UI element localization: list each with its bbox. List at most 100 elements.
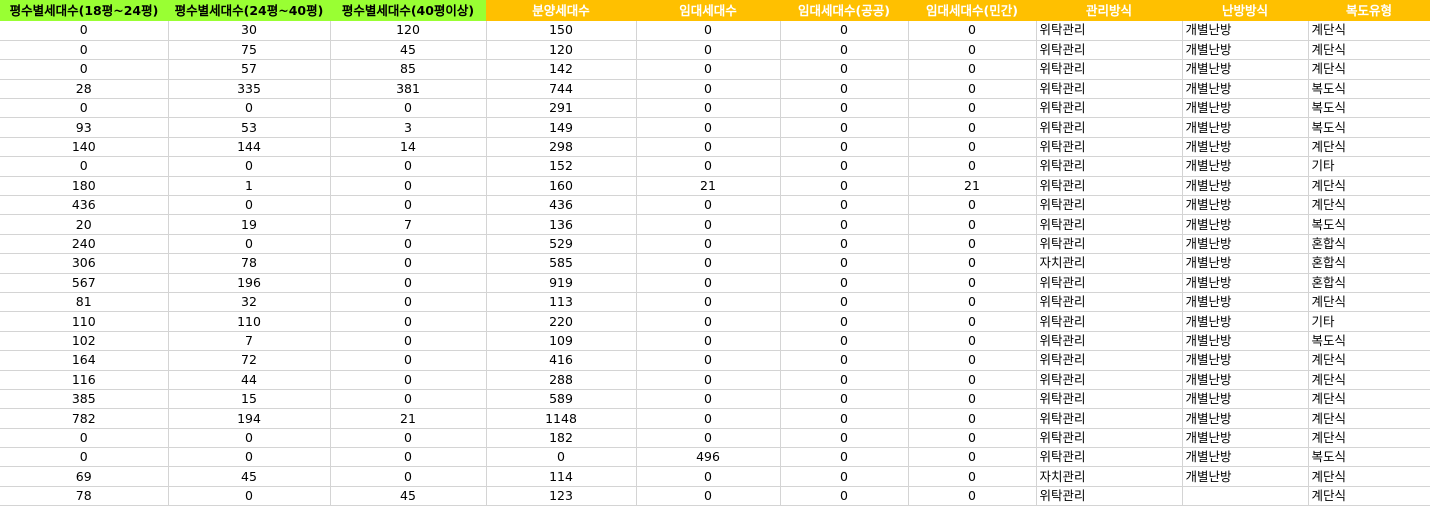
cell-sale-units[interactable]: 298 [486, 137, 637, 158]
cell-sale-units[interactable]: 114 [486, 466, 637, 487]
cell-units-40-plus[interactable]: 0 [330, 447, 487, 468]
cell-units-18-24[interactable]: 69 [0, 466, 169, 487]
cell-rental-public[interactable]: 0 [780, 331, 909, 352]
cell-rental-private[interactable]: 0 [908, 59, 1037, 80]
cell-units-40-plus[interactable]: 0 [330, 195, 487, 216]
cell-heating[interactable]: 개별난방 [1182, 428, 1309, 449]
cell-units-24-40[interactable]: 53 [168, 117, 331, 138]
cell-sale-units[interactable]: 589 [486, 389, 637, 410]
cell-units-18-24[interactable]: 782 [0, 408, 169, 429]
cell-units-18-24[interactable]: 93 [0, 117, 169, 138]
cell-units-40-plus[interactable]: 0 [330, 292, 487, 313]
cell-rental-private[interactable]: 0 [908, 21, 1037, 41]
cell-units-40-plus[interactable]: 85 [330, 59, 487, 80]
cell-rental-private[interactable]: 0 [908, 350, 1037, 371]
cell-units-24-40[interactable]: 44 [168, 370, 331, 390]
cell-sale-units[interactable]: 109 [486, 331, 637, 352]
cell-sale-units[interactable]: 142 [486, 59, 637, 80]
cell-rental-private[interactable]: 0 [908, 486, 1037, 506]
cell-rental-public[interactable]: 0 [780, 253, 909, 274]
cell-management[interactable]: 위탁관리 [1036, 273, 1183, 293]
cell-units-24-40[interactable]: 7 [168, 331, 331, 352]
cell-units-24-40[interactable]: 30 [168, 21, 331, 41]
cell-rental-private[interactable]: 0 [908, 40, 1037, 61]
cell-rental-public[interactable]: 0 [780, 195, 909, 216]
cell-rental-units[interactable]: 0 [636, 273, 781, 293]
cell-rental-private[interactable]: 0 [908, 370, 1037, 390]
cell-rental-private[interactable]: 0 [908, 253, 1037, 274]
cell-management[interactable]: 위탁관리 [1036, 98, 1183, 119]
cell-heating[interactable]: 개별난방 [1182, 466, 1309, 487]
cell-rental-private[interactable]: 0 [908, 389, 1037, 410]
cell-rental-units[interactable]: 0 [636, 311, 781, 332]
cell-sale-units[interactable]: 113 [486, 292, 637, 313]
cell-heating[interactable]: 개별난방 [1182, 331, 1309, 352]
header-cell-units-18-24[interactable]: 평수별세대수(18평~24평) [0, 0, 168, 21]
cell-units-18-24[interactable]: 385 [0, 389, 169, 410]
cell-units-40-plus[interactable]: 3 [330, 117, 487, 138]
cell-rental-public[interactable]: 0 [780, 176, 909, 197]
cell-units-40-plus[interactable]: 0 [330, 428, 487, 449]
header-cell-rental-private[interactable]: 임대세대수(민간) [908, 0, 1036, 21]
cell-units-24-40[interactable]: 57 [168, 59, 331, 80]
cell-units-24-40[interactable]: 144 [168, 137, 331, 158]
cell-rental-public[interactable]: 0 [780, 40, 909, 61]
cell-units-24-40[interactable]: 32 [168, 292, 331, 313]
cell-management[interactable]: 자치관리 [1036, 253, 1183, 274]
cell-heating[interactable]: 개별난방 [1182, 389, 1309, 410]
cell-units-40-plus[interactable]: 45 [330, 486, 487, 506]
cell-rental-public[interactable]: 0 [780, 21, 909, 41]
cell-sale-units[interactable]: 288 [486, 370, 637, 390]
cell-management[interactable]: 자치관리 [1036, 466, 1183, 487]
cell-units-18-24[interactable]: 436 [0, 195, 169, 216]
cell-sale-units[interactable]: 744 [486, 79, 637, 100]
cell-rental-units[interactable]: 0 [636, 137, 781, 158]
cell-corridor-type[interactable]: 계단식 [1308, 370, 1430, 390]
cell-rental-public[interactable]: 0 [780, 156, 909, 177]
cell-corridor-type[interactable]: 계단식 [1308, 21, 1430, 41]
cell-units-24-40[interactable]: 110 [168, 311, 331, 332]
cell-sale-units[interactable]: 149 [486, 117, 637, 138]
cell-heating[interactable]: 개별난방 [1182, 176, 1309, 197]
cell-rental-private[interactable]: 21 [908, 176, 1037, 197]
cell-management[interactable]: 위탁관리 [1036, 428, 1183, 449]
cell-rental-units[interactable]: 0 [636, 428, 781, 449]
cell-rental-private[interactable]: 0 [908, 214, 1037, 235]
cell-heating[interactable] [1182, 486, 1309, 506]
cell-sale-units[interactable]: 291 [486, 98, 637, 119]
cell-sale-units[interactable]: 919 [486, 273, 637, 293]
cell-management[interactable]: 위탁관리 [1036, 214, 1183, 235]
cell-heating[interactable]: 개별난방 [1182, 234, 1309, 255]
cell-units-40-plus[interactable]: 7 [330, 214, 487, 235]
cell-rental-public[interactable]: 0 [780, 79, 909, 100]
cell-heating[interactable]: 개별난방 [1182, 156, 1309, 177]
cell-units-24-40[interactable]: 0 [168, 156, 331, 177]
cell-units-40-plus[interactable]: 0 [330, 311, 487, 332]
cell-management[interactable]: 위탁관리 [1036, 447, 1183, 468]
cell-sale-units[interactable]: 136 [486, 214, 637, 235]
cell-management[interactable]: 위탁관리 [1036, 486, 1183, 506]
cell-units-24-40[interactable]: 15 [168, 389, 331, 410]
header-cell-heating[interactable]: 난방방식 [1182, 0, 1308, 21]
cell-management[interactable]: 위탁관리 [1036, 40, 1183, 61]
cell-rental-units[interactable]: 0 [636, 59, 781, 80]
cell-rental-units[interactable]: 0 [636, 486, 781, 506]
cell-units-40-plus[interactable]: 0 [330, 234, 487, 255]
cell-units-24-40[interactable]: 0 [168, 98, 331, 119]
cell-sale-units[interactable]: 436 [486, 195, 637, 216]
cell-units-40-plus[interactable]: 0 [330, 350, 487, 371]
cell-units-24-40[interactable]: 0 [168, 195, 331, 216]
cell-rental-private[interactable]: 0 [908, 117, 1037, 138]
cell-units-40-plus[interactable]: 0 [330, 176, 487, 197]
cell-units-40-plus[interactable]: 45 [330, 40, 487, 61]
cell-units-18-24[interactable]: 240 [0, 234, 169, 255]
cell-units-18-24[interactable]: 0 [0, 59, 169, 80]
cell-rental-public[interactable]: 0 [780, 117, 909, 138]
cell-rental-units[interactable]: 0 [636, 156, 781, 177]
cell-rental-units[interactable]: 0 [636, 253, 781, 274]
cell-rental-units[interactable]: 0 [636, 98, 781, 119]
cell-rental-units[interactable]: 0 [636, 389, 781, 410]
cell-units-40-plus[interactable]: 21 [330, 408, 487, 429]
cell-corridor-type[interactable]: 계단식 [1308, 466, 1430, 487]
cell-heating[interactable]: 개별난방 [1182, 214, 1309, 235]
